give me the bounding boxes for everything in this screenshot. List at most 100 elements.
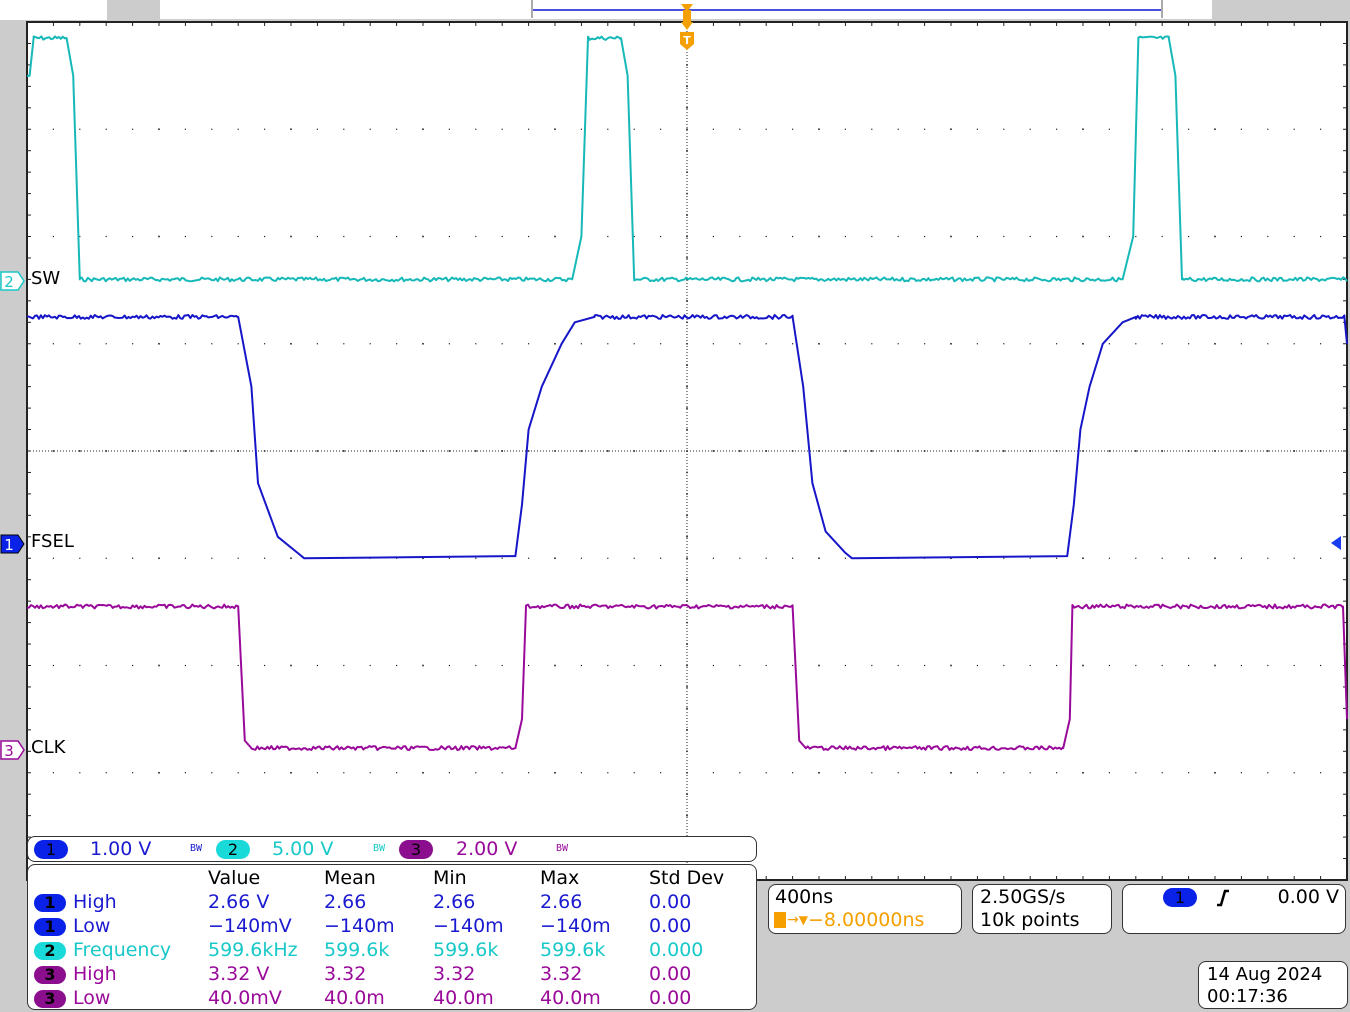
grid-dot [184, 772, 186, 774]
grid-dot [1188, 343, 1190, 345]
grid-dot [871, 343, 873, 345]
grid-dot [422, 664, 424, 667]
grid-dot [818, 557, 820, 560]
grid-dot [1135, 664, 1137, 667]
header-value: Value [208, 867, 261, 889]
grid-dot [105, 343, 107, 345]
grid-dot [343, 128, 345, 130]
header-max: Max [540, 867, 580, 889]
channel-3-marker[interactable]: 3 [0, 740, 26, 760]
channel-1-badge[interactable]: 1 [34, 840, 68, 859]
grid-dot [660, 343, 662, 345]
measurement-value: 2.66 V [208, 891, 270, 913]
vertical-scale-bar: 1 1.00 V BW 2 5.00 V BW 3 2.00 V BW [27, 836, 757, 862]
measurement-row[interactable]: 3 Low 40.0mV 40.0m 40.0m 40.0m 0.00 [28, 987, 756, 1011]
grid-dot [1161, 557, 1163, 559]
time: 00:17:36 [1207, 986, 1288, 1007]
grid-dot [1267, 557, 1269, 559]
grid-dot [184, 664, 186, 667]
grid-dot [290, 664, 292, 667]
measurement-row[interactable]: 1 High 2.66 V 2.66 2.66 2.66 0.00 [28, 891, 756, 915]
grid-dot [1082, 128, 1084, 131]
grid-dot [475, 664, 477, 667]
grid-dot [1240, 772, 1242, 774]
grid-dot [1293, 664, 1295, 667]
measurements-panel: Value Mean Min Max Std Dev 1 High 2.66 V… [27, 864, 757, 1010]
measurement-value: 3.32 V [208, 963, 270, 985]
grid-dot [712, 772, 714, 774]
grid-dot [528, 128, 530, 130]
channel-badge: 1 [34, 894, 66, 912]
grid-dot [132, 664, 134, 667]
channel-1-marker[interactable]: 1 [0, 534, 26, 554]
measurement-std: 0.00 [649, 987, 692, 1009]
grid-dot [1082, 557, 1084, 560]
grid-dot [422, 342, 424, 345]
datetime-readout: 14 Aug 2024 00:17:36 [1198, 961, 1348, 1009]
grid-dot [290, 771, 292, 774]
horizontal-readout[interactable]: 400ns → ▼ −8.00000ns [768, 884, 962, 934]
grid-dot [1082, 342, 1084, 345]
grid-dot [501, 772, 503, 774]
grid-dot [1188, 772, 1190, 774]
channel-3-badge[interactable]: 3 [399, 840, 433, 859]
grid-dot [528, 343, 530, 345]
grid-dot [1108, 450, 1111, 452]
channel-2-scale[interactable]: 5.00 V [272, 838, 333, 860]
trigger-t-small-icon [774, 912, 786, 928]
trigger-readout[interactable]: 1 0.00 V [1122, 884, 1346, 934]
channel-2-marker[interactable]: 2 [0, 271, 26, 291]
measurement-min: 2.66 [433, 891, 476, 913]
grid-dot [1240, 343, 1242, 345]
grid-dot [79, 128, 81, 130]
grid-dot [52, 772, 54, 774]
acquisition-readout[interactable]: 2.50GS/s 10k points [972, 884, 1112, 934]
grid-dot [501, 343, 503, 345]
grid-dot [580, 557, 582, 559]
measurement-row[interactable]: 1 Low −140mV −140m −140m −140m 0.00 [28, 915, 756, 939]
grid-dot [686, 707, 688, 710]
grid-dot [1267, 128, 1269, 130]
grid-dot [792, 772, 794, 774]
measurement-name: Low [73, 987, 111, 1009]
grid-dot [264, 343, 266, 345]
grid-dot [422, 771, 424, 774]
channel-1-scale[interactable]: 1.00 V [90, 838, 151, 860]
grid-dot [607, 664, 609, 667]
header-min: Min [433, 867, 467, 889]
grid-dot [1003, 772, 1005, 774]
grid-dot [211, 235, 213, 238]
measurement-mean: 40.0m [324, 987, 385, 1009]
sample-rate: 2.50GS/s [980, 886, 1066, 908]
header-std-dev: Std Dev [649, 867, 725, 889]
grid-dot [211, 664, 213, 667]
grid-dot [554, 557, 556, 560]
measurement-row[interactable]: 3 High 3.32 V 3.32 3.32 3.32 0.00 [28, 963, 756, 987]
grid-dot [976, 450, 979, 452]
grid-dot [554, 128, 556, 131]
grid-dot [316, 128, 318, 130]
grid-dot [52, 128, 54, 130]
grid-dot [765, 772, 767, 774]
grid-dot [950, 664, 952, 667]
grid-dot [1214, 128, 1216, 131]
grid-dot [765, 557, 767, 559]
grid-dot [501, 235, 503, 238]
grid-dot [237, 343, 239, 345]
channel-2-badge[interactable]: 2 [216, 840, 250, 859]
measurement-row[interactable]: 2 Frequency 599.6kHz 599.6k 599.6k 599.6… [28, 939, 756, 963]
grid-dot [660, 557, 662, 559]
grid-dot [1320, 235, 1322, 238]
grid-dot [1161, 343, 1163, 345]
channel-3-scale[interactable]: 2.00 V [456, 838, 517, 860]
measurement-name: Low [73, 915, 111, 937]
channel-1-bw-limit-icon: BW [190, 843, 203, 854]
grid-dot [396, 664, 398, 667]
grid-dot [422, 128, 424, 131]
grid-dot [1135, 235, 1137, 238]
grid-dot [554, 342, 556, 345]
grid-dot [184, 128, 186, 130]
grid-dot [1082, 771, 1084, 774]
grid-dot [924, 772, 926, 774]
grid-dot [475, 450, 477, 452]
